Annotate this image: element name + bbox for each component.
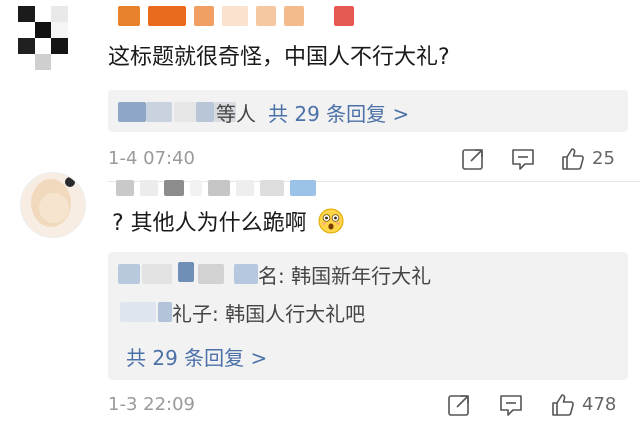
like-icon[interactable] — [550, 392, 576, 418]
comment-icon[interactable] — [510, 146, 536, 172]
reply-author-obscured — [158, 302, 172, 322]
reply-author-obscured — [146, 102, 172, 122]
reply-author-obscured — [198, 264, 224, 284]
timestamp: 1-4 07:40 — [108, 148, 195, 169]
username-obscured[interactable] — [118, 6, 354, 26]
reply-author-obscured — [120, 302, 156, 322]
reply-author-obscured — [118, 264, 140, 284]
reply-preview-suffix: 等人 — [216, 102, 256, 126]
comment-text-row: ? 其他人为什么跪啊 — [112, 208, 344, 238]
timestamp: 1-3 22:09 — [108, 394, 195, 415]
avatar[interactable] — [18, 6, 68, 70]
share-icon[interactable] — [446, 392, 472, 418]
comment-text: ? 其他人为什么跪啊 — [112, 211, 307, 236]
reply-author-obscured — [142, 264, 172, 284]
reply-preview-text: 名: 韩国新年行大礼 — [258, 264, 432, 288]
like-count: 478 — [582, 394, 617, 415]
comment-meta: 1-4 07:40 25 — [108, 146, 628, 176]
comment-meta: 1-3 22:09 478 — [108, 392, 628, 422]
reply-author-obscured — [196, 102, 214, 122]
reply-author-obscured — [178, 262, 194, 282]
astonished-face-emoji — [318, 208, 344, 234]
reply-count-link[interactable]: 共 29 条回复 > — [126, 342, 267, 371]
reply-preview-box[interactable]: 名: 韩国新年行大礼 礼子: 韩国人行大礼吧 共 29 条回复 > — [108, 252, 628, 380]
reply-preview-text: 礼子: 韩国人行大礼吧 — [172, 302, 366, 326]
reply-author-obscured — [118, 102, 146, 122]
reply-author-obscured — [234, 264, 258, 284]
reply-count-link[interactable]: 共 29 条回复 > — [268, 98, 409, 127]
comment-text: 这标题就很奇怪，中国人不行大礼? — [108, 45, 450, 70]
like-icon[interactable] — [560, 146, 586, 172]
like-count: 25 — [592, 148, 615, 169]
share-icon[interactable] — [460, 146, 486, 172]
reply-author-obscured — [174, 102, 196, 122]
avatar[interactable] — [20, 172, 86, 238]
comment-icon[interactable] — [498, 392, 524, 418]
reply-preview-box[interactable]: 等人 共 29 条回复 > — [108, 90, 628, 132]
username-obscured[interactable] — [116, 180, 316, 196]
